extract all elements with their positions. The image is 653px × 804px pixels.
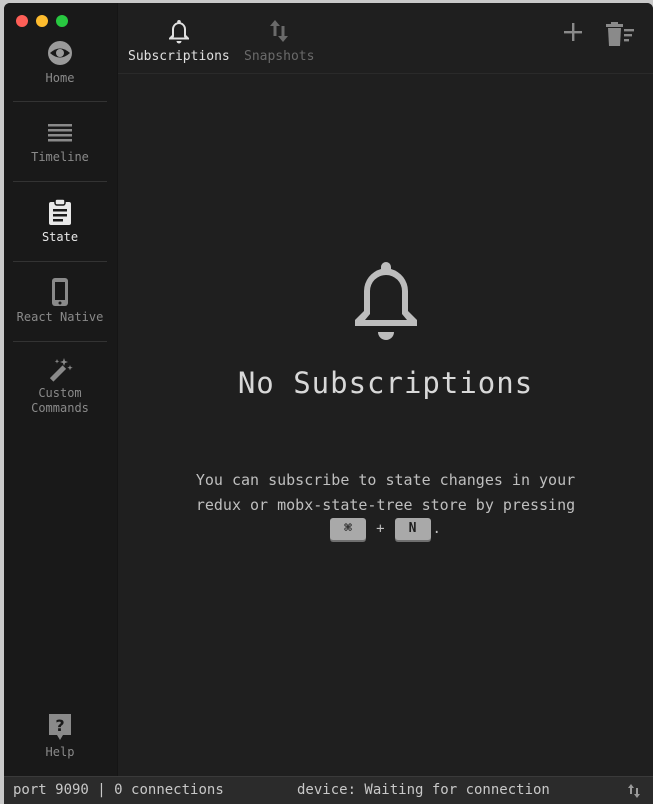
zoom-window-button[interactable] (56, 15, 68, 27)
empty-state-title: No Subscriptions (237, 366, 534, 400)
command-key: ⌘ (330, 518, 367, 540)
magic-wand-icon (46, 356, 74, 384)
status-bar: port 9090 | 0 connections device: Waitin… (4, 776, 653, 804)
bell-icon (168, 17, 190, 45)
sidebar-item-custom-commands[interactable]: Custom Commands (13, 356, 107, 416)
app-window: Home Timeline State React Native Custom … (4, 3, 653, 804)
sidebar-item-label: Help (45, 745, 75, 759)
add-subscription-button[interactable] (562, 21, 584, 47)
device-status: device: Waiting for connection (297, 782, 550, 798)
shortcut-hint: ⌘ + N . (330, 518, 441, 540)
sidebar-item-react-native[interactable]: React Native (13, 278, 107, 325)
sidebar-divider (13, 261, 107, 262)
sidebar-item-label: Home (45, 71, 75, 85)
clear-subscriptions-button[interactable] (605, 21, 635, 51)
svg-text:?: ? (55, 716, 64, 735)
clipboard-icon (47, 198, 73, 226)
help-icon: ? (47, 713, 73, 741)
tab-snapshots[interactable]: Snapshots (244, 17, 314, 64)
sidebar-divider (13, 181, 107, 182)
top-toolbar: Subscriptions Snapshots (118, 3, 653, 74)
sidebar-item-label: Timeline (31, 150, 89, 164)
expand-status-button[interactable] (627, 783, 641, 803)
close-window-button[interactable] (16, 15, 28, 27)
sidebar: Home Timeline State React Native Custom … (4, 3, 118, 776)
sidebar-item-label: React Native (16, 310, 104, 324)
plus-icon (564, 23, 582, 41)
minimize-window-button[interactable] (36, 15, 48, 27)
sidebar-item-timeline[interactable]: Timeline (13, 118, 107, 165)
status-divider: | (97, 782, 106, 798)
connection-info: port 9090 | 0 connections (13, 782, 224, 798)
window-controls (16, 15, 68, 27)
sidebar-divider (13, 101, 107, 102)
empty-state-text: You can subscribe to state changes in yo… (195, 471, 576, 514)
port-label: port 9090 (13, 782, 89, 798)
plus-sign: + (376, 521, 385, 537)
n-key: N (394, 518, 431, 540)
home-eye-icon (45, 39, 75, 67)
sidebar-item-state[interactable]: State (13, 198, 107, 245)
sidebar-item-help[interactable]: ? Help (13, 713, 107, 760)
sort-arrows-icon (268, 17, 290, 45)
tab-label: Subscriptions (128, 49, 230, 64)
connections-count: 0 connections (114, 782, 224, 798)
tab-subscriptions[interactable]: Subscriptions (128, 17, 230, 64)
period: . (432, 521, 441, 537)
sidebar-divider (13, 341, 107, 342)
main-panel: Subscriptions Snapshots No Subscriptions… (118, 3, 653, 776)
empty-state: No Subscriptions You can subscribe to st… (118, 258, 653, 540)
sidebar-item-home[interactable]: Home (13, 39, 107, 86)
tab-label: Snapshots (244, 49, 315, 64)
trash-list-icon (606, 22, 634, 46)
sort-arrows-icon (628, 784, 640, 798)
list-icon (47, 118, 73, 146)
bell-icon (351, 258, 421, 348)
sidebar-item-label: Custom Commands (31, 386, 89, 415)
phone-icon (51, 278, 69, 306)
sidebar-item-label: State (41, 230, 79, 244)
